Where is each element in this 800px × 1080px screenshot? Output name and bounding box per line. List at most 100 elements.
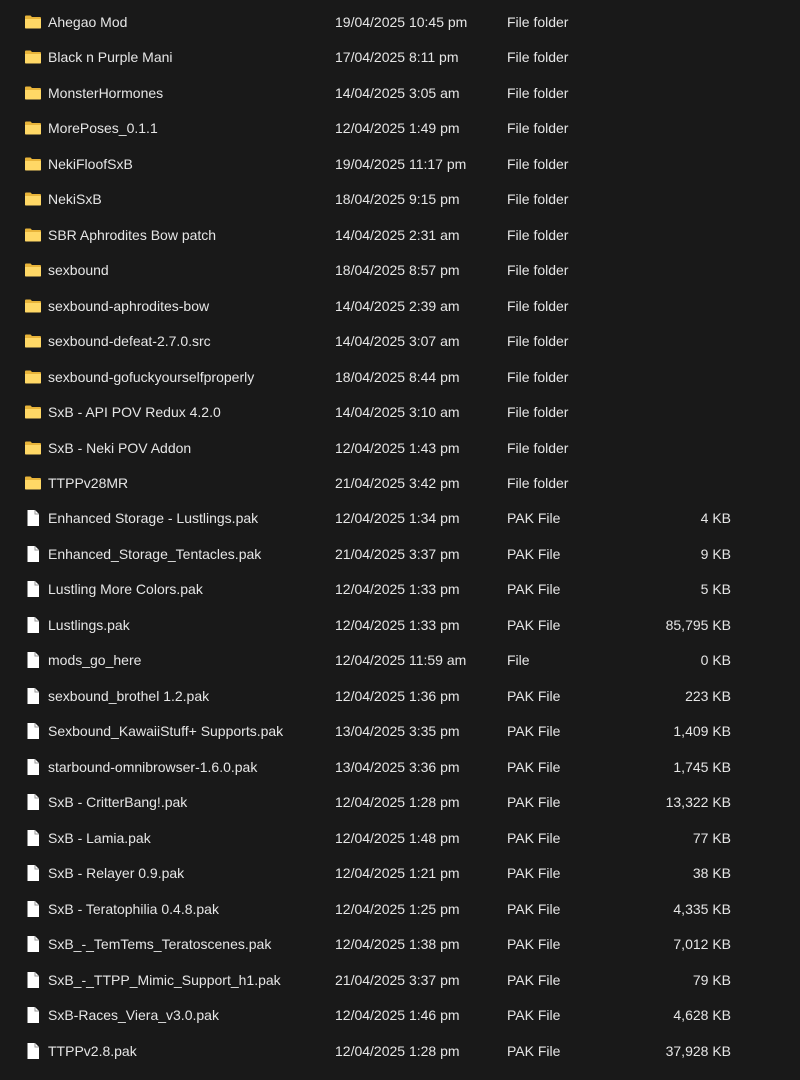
file-icon [24, 864, 42, 882]
list-item[interactable]: Lustling More Colors.pak 12/04/2025 1:33 … [0, 572, 800, 608]
list-item[interactable]: sexbound-aphrodites-bow 14/04/2025 2:39 a… [0, 288, 800, 324]
list-item[interactable]: SxB - Neki POV Addon 12/04/2025 1:43 pm Fi… [0, 430, 800, 466]
folder-icon [24, 439, 42, 457]
list-item[interactable]: SxB - Teratophilia 0.4.8.pak 12/04/2025 1… [0, 891, 800, 927]
item-type: File folder [507, 13, 569, 30]
item-date-modified: 14/04/2025 3:05 am [335, 84, 460, 101]
item-type: File folder [507, 368, 569, 385]
item-name: SxB-Races_Viera_v3.0.pak [48, 1007, 219, 1024]
list-item[interactable]: Enhanced_Storage_Tentacles.pak 21/04/2025… [0, 536, 800, 572]
item-name: sexbound-aphrodites-bow [48, 297, 210, 314]
list-item[interactable]: SxB - CritterBang!.pak 12/04/2025 1:28 pm… [0, 785, 800, 821]
item-size: 79 KB [692, 971, 731, 988]
item-size: 1,409 KB [673, 723, 731, 740]
item-name: MorePoses_0.1.1 [48, 120, 158, 137]
item-name: SBR Aphrodites Bow patch [48, 226, 217, 243]
item-type: PAK File [507, 1042, 561, 1059]
list-item[interactable]: NekiSxB 18/04/2025 9:15 pm File folder [0, 181, 800, 217]
item-name: Ahegao Mod [48, 13, 128, 30]
item-date-modified: 18/04/2025 9:15 pm [335, 191, 460, 208]
item-name: mods_go_here [48, 652, 142, 669]
item-type: File folder [507, 262, 569, 279]
folder-icon [24, 403, 42, 421]
item-type: File folder [507, 474, 569, 491]
item-type: PAK File [507, 581, 561, 598]
list-item[interactable]: NekiFloofSxB 19/04/2025 11:17 pm File fold… [0, 146, 800, 182]
list-item[interactable]: sexbound-defeat-2.7.0.src 14/04/2025 3:07… [0, 323, 800, 359]
item-type: PAK File [507, 829, 561, 846]
item-size: 13,322 KB [665, 794, 731, 811]
item-size: 0 KB [700, 652, 731, 669]
item-name: TTPPv2.8.pak [48, 1042, 137, 1059]
item-name: SxB - Neki POV Addon [48, 439, 192, 456]
item-date-modified: 12/04/2025 11:59 am [335, 652, 467, 669]
list-item[interactable]: Ahegao Mod 19/04/2025 10:45 pm File folder [0, 4, 800, 40]
item-size: 4 KB [700, 510, 731, 527]
item-type: PAK File [507, 723, 561, 740]
list-item[interactable]: Sexbound_KawaiiStuff+ Supports.pak 13/04/… [0, 714, 800, 750]
item-name: SxB - API POV Redux 4.2.0 [48, 404, 221, 421]
item-date-modified: 12/04/2025 1:38 pm [335, 936, 460, 953]
list-item[interactable]: mods_go_here 12/04/2025 11:59 am File 0 KB [0, 643, 800, 679]
item-date-modified: 21/04/2025 3:42 pm [335, 474, 460, 491]
folder-icon [24, 368, 42, 386]
item-date-modified: 12/04/2025 1:25 pm [335, 900, 460, 917]
item-size: 38 KB [692, 865, 731, 882]
item-date-modified: 12/04/2025 1:28 pm [335, 794, 460, 811]
item-size: 85,795 KB [665, 616, 731, 633]
file-icon [24, 651, 42, 669]
item-date-modified: 12/04/2025 1:33 pm [335, 581, 460, 598]
item-date-modified: 13/04/2025 3:36 pm [335, 758, 460, 775]
item-type: File folder [507, 404, 569, 421]
folder-icon [24, 190, 42, 208]
item-type: PAK File [507, 865, 561, 882]
file-list: Ahegao Mod 19/04/2025 10:45 pm File folder… [0, 0, 800, 1080]
item-date-modified: 14/04/2025 2:31 am [335, 226, 460, 243]
file-icon [24, 1006, 42, 1024]
folder-icon [24, 226, 42, 244]
list-item[interactable]: starbound-omnibrowser-1.6.0.pak 13/04/202… [0, 749, 800, 785]
item-type: File folder [507, 297, 569, 314]
list-item[interactable]: MorePoses_0.1.1 12/04/2025 1:49 pm File fo… [0, 110, 800, 146]
item-date-modified: 19/04/2025 10:45 pm [335, 13, 468, 30]
list-item[interactable]: Black n Purple Mani 17/04/2025 8:11 pm Fil… [0, 39, 800, 75]
list-item[interactable]: sexbound_brothel 1.2.pak 12/04/2025 1:36 … [0, 678, 800, 714]
folder-icon [24, 261, 42, 279]
list-item[interactable]: SxB - API POV Redux 4.2.0 14/04/2025 3:10… [0, 394, 800, 430]
folder-icon [24, 297, 42, 315]
item-date-modified: 21/04/2025 3:37 pm [335, 545, 460, 562]
item-date-modified: 18/04/2025 8:57 pm [335, 262, 460, 279]
list-item[interactable]: Enhanced Storage - Lustlings.pak 12/04/20… [0, 501, 800, 537]
list-item[interactable]: Lustlings.pak 12/04/2025 1:33 pm PAK File 8… [0, 607, 800, 643]
item-size: 7,012 KB [673, 936, 731, 953]
list-item[interactable]: SxB_-_TTPP_Mimic_Support_h1.pak 21/04/202… [0, 962, 800, 998]
item-type: PAK File [507, 545, 561, 562]
list-item[interactable]: SBR Aphrodites Bow patch 14/04/2025 2:31 … [0, 217, 800, 253]
item-name: starbound-omnibrowser-1.6.0.pak [48, 758, 258, 775]
list-item[interactable]: sexbound 18/04/2025 8:57 pm File folder [0, 252, 800, 288]
item-date-modified: 12/04/2025 1:49 pm [335, 120, 460, 137]
list-item[interactable]: sexbound-gofuckyourselfproperly 18/04/202… [0, 359, 800, 395]
list-item[interactable]: TTPPv28MR 21/04/2025 3:42 pm File folder [0, 465, 800, 501]
item-date-modified: 14/04/2025 2:39 am [335, 297, 460, 314]
list-item[interactable]: SxB-Races_Viera_v3.0.pak 12/04/2025 1:46 … [0, 997, 800, 1033]
list-item[interactable]: TTPPv2.8.pak 12/04/2025 1:28 pm PAK File 37… [0, 1033, 800, 1069]
item-name: Lustlings.pak [48, 616, 130, 633]
item-date-modified: 12/04/2025 1:21 pm [335, 865, 460, 882]
item-date-modified: 12/04/2025 1:34 pm [335, 510, 460, 527]
file-icon [24, 509, 42, 527]
item-type: PAK File [507, 687, 561, 704]
item-date-modified: 13/04/2025 3:35 pm [335, 723, 460, 740]
item-type: PAK File [507, 936, 561, 953]
list-item[interactable]: SxB - Lamia.pak 12/04/2025 1:48 pm PAK Fil… [0, 820, 800, 856]
item-type: PAK File [507, 510, 561, 527]
item-size: 1,745 KB [673, 758, 731, 775]
item-name: NekiSxB [48, 191, 102, 208]
item-type: File folder [507, 333, 569, 350]
list-item[interactable]: SxB_-_TemTems_Teratoscenes.pak 12/04/2025… [0, 926, 800, 962]
item-size: 223 KB [685, 687, 731, 704]
list-item[interactable]: SxB - Relayer 0.9.pak 12/04/2025 1:21 pm P… [0, 856, 800, 892]
item-type: PAK File [507, 794, 561, 811]
file-icon [24, 687, 42, 705]
list-item[interactable]: MonsterHormones 14/04/2025 3:05 am File fo… [0, 75, 800, 111]
